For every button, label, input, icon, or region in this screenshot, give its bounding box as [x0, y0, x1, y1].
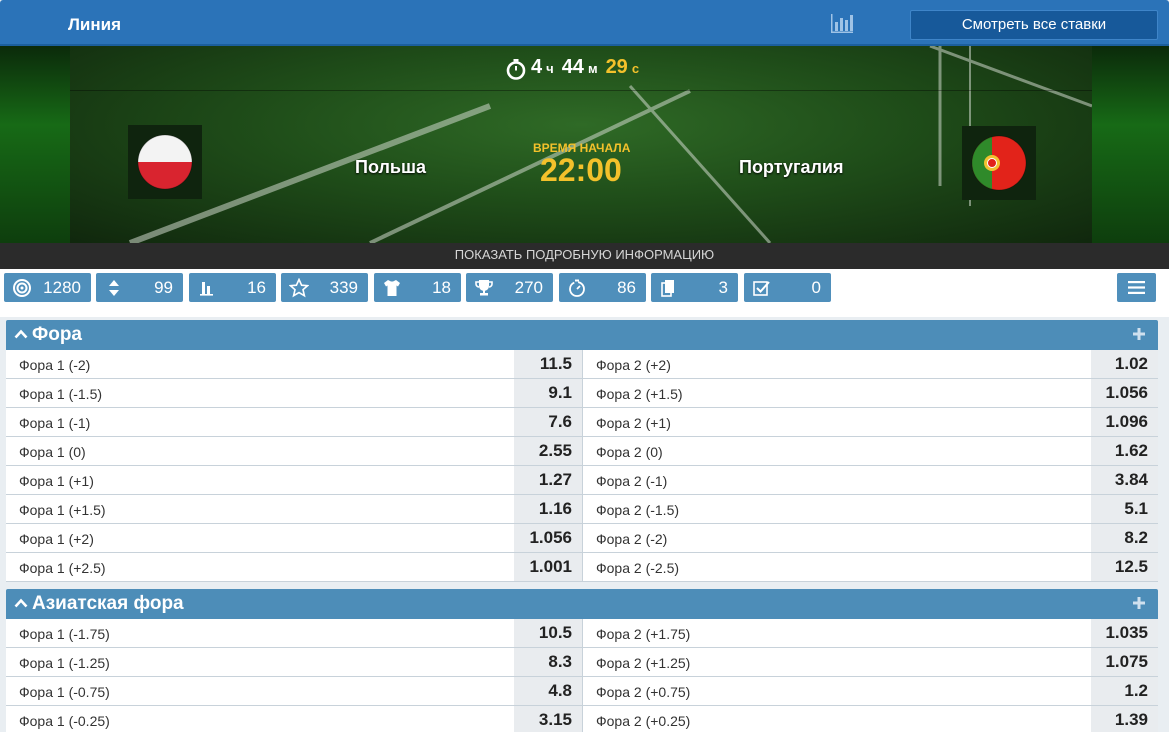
- match-hero: 4 ч 44 м 29 с Польша ВРЕМЯ НАЧАЛА 22:00 …: [0, 46, 1169, 243]
- odds-row: Фора 1 (0) 2.55 Фора 2 (0) 1.62: [6, 437, 1158, 466]
- section-header[interactable]: Фора: [6, 320, 1158, 350]
- stopwatch-icon: [569, 279, 585, 297]
- filter-outcome[interactable]: 270: [466, 273, 553, 302]
- filter-cards[interactable]: 3: [651, 273, 738, 302]
- odds-button[interactable]: 7.6: [514, 408, 582, 436]
- odds-row: Фора 1 (-2) 11.5 Фора 2 (+2) 1.02: [6, 350, 1158, 379]
- odds-button[interactable]: 1.075: [1091, 648, 1158, 676]
- filter-favorites[interactable]: 339: [281, 273, 368, 302]
- odds-button[interactable]: 1.096: [1091, 408, 1158, 436]
- odds-row: Фора 1 (-1.25) 8.3 Фора 2 (+1.25) 1.075: [6, 648, 1158, 677]
- filter-players[interactable]: 18: [374, 273, 461, 302]
- section-title: Фора: [32, 324, 82, 345]
- view-all-bets-button[interactable]: Смотреть все ставки: [910, 10, 1158, 40]
- home-team: Польша: [355, 157, 426, 177]
- odds-button[interactable]: 1.056: [1091, 379, 1158, 407]
- odds-row: Фора 1 (-1.75) 10.5 Фора 2 (+1.75) 1.035: [6, 619, 1158, 648]
- odds-button[interactable]: 1.056: [514, 524, 582, 552]
- hamburger-icon: [1128, 281, 1145, 294]
- menu-button[interactable]: [1117, 273, 1156, 302]
- top-bar: Линия Смотреть все ставки: [0, 0, 1169, 46]
- away-flag: [962, 126, 1036, 200]
- checkbox-icon: [753, 281, 770, 296]
- timer-seconds: 29: [605, 56, 628, 78]
- odds-button[interactable]: 2.55: [514, 437, 582, 465]
- odds-button[interactable]: 12.5: [1091, 553, 1158, 581]
- filter-selected[interactable]: 0: [744, 273, 831, 302]
- section-asian-handicap: Азиатская фора Фора 1 (-1.75) 10.5 Фора …: [6, 589, 1158, 732]
- odds-button[interactable]: 1.001: [514, 553, 582, 581]
- odds-button[interactable]: 3.15: [514, 706, 582, 732]
- odds-row: Фора 1 (-1) 7.6 Фора 2 (+1) 1.096: [6, 408, 1158, 437]
- odds-button[interactable]: 8.2: [1091, 524, 1158, 552]
- odds-button[interactable]: 1.39: [1091, 706, 1158, 732]
- poland-flag-icon: [137, 134, 193, 190]
- plus-icon[interactable]: [1132, 327, 1146, 341]
- odds-button[interactable]: 10.5: [514, 619, 582, 647]
- cards-icon: [661, 280, 674, 297]
- odds-button[interactable]: 1.02: [1091, 350, 1158, 378]
- show-details-link[interactable]: ПОКАЗАТЬ ПОДРОБНУЮ ИНФОРМАЦИЮ: [0, 243, 1169, 269]
- bar-chart-icon[interactable]: [830, 12, 854, 34]
- section-handicap: Фора Фора 1 (-2) 11.5 Фора 2 (+2) 1.02 Ф…: [6, 320, 1158, 582]
- odds-button[interactable]: 8.3: [514, 648, 582, 676]
- stopwatch-icon: [506, 59, 526, 80]
- odds-row: Фора 1 (-1.5) 9.1 Фора 2 (+1.5) 1.056: [6, 379, 1158, 408]
- bars-icon: [200, 282, 213, 296]
- timer-hours: 4: [531, 56, 543, 78]
- timer-minutes: 44: [561, 56, 584, 78]
- shirt-icon: [384, 280, 400, 296]
- odds-row: Фора 1 (-0.75) 4.8 Фора 2 (+0.75) 1.2: [6, 677, 1158, 706]
- odds-button[interactable]: 11.5: [514, 350, 582, 378]
- odds-row: Фора 1 (+1) 1.27 Фора 2 (-1) 3.84: [6, 466, 1158, 495]
- odds-list: Фора 1 (-1.75) 10.5 Фора 2 (+1.75) 1.035…: [6, 619, 1158, 732]
- portugal-flag-icon: [971, 135, 1027, 191]
- trophy-icon: [475, 280, 493, 296]
- page-title: Линия: [68, 15, 122, 34]
- chevron-up-icon: [14, 329, 28, 339]
- filter-totals[interactable]: 99: [96, 273, 183, 302]
- odds-button[interactable]: 1.2: [1091, 677, 1158, 705]
- odds-button[interactable]: 4.8: [514, 677, 582, 705]
- odds-button[interactable]: 5.1: [1091, 495, 1158, 523]
- odds-button[interactable]: 1.16: [514, 495, 582, 523]
- odds-list: Фора 1 (-2) 11.5 Фора 2 (+2) 1.02 Фора 1…: [6, 350, 1158, 582]
- target-icon: [13, 279, 31, 297]
- odds-row: Фора 1 (+1.5) 1.16 Фора 2 (-1.5) 5.1: [6, 495, 1158, 524]
- countdown-timer: 4 ч 44 м 29 с: [505, 56, 643, 82]
- odds-button[interactable]: 1.27: [514, 466, 582, 494]
- odds-button[interactable]: 9.1: [514, 379, 582, 407]
- section-header[interactable]: Азиатская фора: [6, 589, 1158, 619]
- filter-time[interactable]: 86: [559, 273, 646, 302]
- odds-button[interactable]: 1.035: [1091, 619, 1158, 647]
- away-team: Португалия: [739, 157, 844, 177]
- star-icon: [289, 278, 309, 298]
- odds-row: Фора 1 (+2.5) 1.001 Фора 2 (-2.5) 12.5: [6, 553, 1158, 582]
- plus-icon[interactable]: [1132, 596, 1146, 610]
- odds-row: Фора 1 (+2) 1.056 Фора 2 (-2) 8.2: [6, 524, 1158, 553]
- odds-row: Фора 1 (-0.25) 3.15 Фора 2 (+0.25) 1.39: [6, 706, 1158, 732]
- filter-stats[interactable]: 16: [189, 273, 276, 302]
- home-flag: [128, 125, 202, 199]
- odds-button[interactable]: 1.62: [1091, 437, 1158, 465]
- up-down-icon: [109, 280, 119, 296]
- section-title: Азиатская фора: [32, 593, 184, 614]
- odds-button[interactable]: 3.84: [1091, 466, 1158, 494]
- chevron-up-icon: [14, 598, 28, 608]
- market-filter-bar: 1280 99 16 339 18 270 86 3 0: [0, 269, 1169, 317]
- start-time: 22:00: [540, 152, 622, 188]
- filter-all[interactable]: 1280: [4, 273, 91, 302]
